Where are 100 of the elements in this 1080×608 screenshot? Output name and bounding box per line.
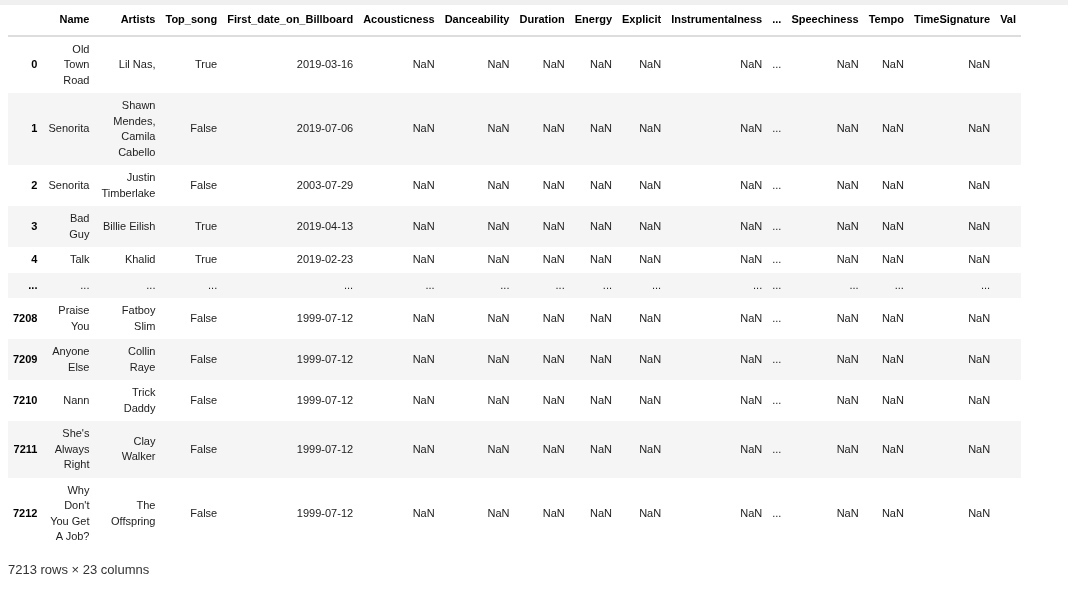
table-cell: NaN	[487, 219, 510, 232]
table-cell: ...	[343, 278, 354, 291]
table-cell: ...	[772, 253, 782, 265]
table-cell: ...	[849, 278, 859, 291]
table-cell: NaN	[881, 122, 904, 135]
table-cell-text: The Offspring	[110, 498, 156, 529]
row-index: 3	[31, 219, 38, 232]
table-cell: True	[195, 253, 218, 265]
table-cell: NaN	[968, 442, 991, 455]
table-cell-text: Why Don't You Get A Job?	[49, 482, 90, 544]
table-cell: NaN	[639, 219, 662, 232]
table-cell: NaN	[968, 393, 991, 406]
table-cell-text: Khalid	[124, 252, 156, 267]
table-cell: NaN	[639, 178, 662, 191]
table-cell: NaN	[487, 352, 510, 365]
table-cell: False	[190, 506, 218, 519]
table-cell-text: Praise You	[57, 303, 90, 334]
table-cell: NaN	[968, 253, 991, 265]
table-cell: NaN	[590, 311, 612, 324]
table-cell: NaN	[487, 442, 510, 455]
table-cell: ...	[772, 506, 782, 519]
table-cell: NaN	[487, 178, 510, 191]
table-cell-text: Lil Nas,	[118, 57, 156, 72]
table-cell-text: Justin Timberlake	[100, 170, 156, 201]
table-cell: NaN	[836, 352, 859, 365]
table-cell-text: Senorita	[48, 177, 90, 193]
table-cell: False	[190, 178, 218, 191]
table-cell: ...	[772, 219, 782, 232]
table-cell: NaN	[836, 506, 859, 519]
table-cell: NaN	[836, 122, 859, 135]
table-cell: NaN	[881, 311, 904, 324]
table-cell: ...	[425, 278, 435, 291]
table-cell: NaN	[542, 352, 565, 365]
table-cell: False	[190, 311, 218, 324]
table-cell: NaN	[542, 253, 565, 265]
table-cell: NaN	[542, 178, 565, 191]
table-cell: NaN	[881, 352, 904, 365]
table-cell: 1999-07-12	[296, 506, 354, 519]
table-cell: NaN	[881, 506, 904, 519]
table-cell: NaN	[639, 58, 662, 70]
table-cell: 1999-07-12	[296, 393, 354, 406]
table-cell: NaN	[542, 311, 565, 324]
table-cell: ...	[146, 277, 156, 293]
table-cell: NaN	[968, 506, 991, 519]
table-cell: NaN	[968, 58, 991, 70]
table-cell: NaN	[968, 219, 991, 232]
row-index: 1	[31, 122, 38, 135]
table-cell: NaN	[412, 122, 435, 135]
table-cell: NaN	[639, 506, 662, 519]
row-index: 7212	[13, 506, 38, 519]
table-cell-text: Talk	[69, 252, 90, 267]
table-cell: 2003-07-29	[296, 178, 354, 191]
table-cell: NaN	[836, 58, 859, 70]
table-cell: NaN	[740, 219, 763, 232]
table-cell: ...	[602, 278, 612, 291]
table-cell: NaN	[542, 122, 565, 135]
table-cell: NaN	[412, 178, 435, 191]
table-cell: NaN	[881, 58, 904, 70]
column-header: Explicit	[622, 13, 662, 25]
table-cell: NaN	[412, 393, 435, 406]
table-cell: NaN	[590, 253, 612, 265]
table-cell: NaN	[836, 253, 859, 265]
table-cell: NaN	[740, 311, 763, 324]
table-cell: ...	[772, 393, 782, 406]
table-cell: 1999-07-12	[296, 352, 354, 365]
table-cell: NaN	[639, 122, 662, 135]
table-cell: NaN	[740, 352, 763, 365]
table-cell: NaN	[487, 122, 510, 135]
table-cell: False	[190, 122, 218, 135]
table-cell: ...	[555, 278, 565, 291]
table-cell: NaN	[740, 253, 763, 265]
table-cell: NaN	[639, 352, 662, 365]
table-cell: True	[195, 58, 218, 70]
table-cell: NaN	[590, 352, 612, 365]
table-cell: NaN	[590, 442, 612, 455]
table-cell: NaN	[881, 393, 904, 406]
table-cell: 2019-03-16	[296, 58, 354, 70]
table-cell: NaN	[881, 253, 904, 265]
table-cell: NaN	[639, 253, 662, 265]
table-cell-text: Old Town Road	[62, 41, 90, 88]
table-cell: NaN	[836, 311, 859, 324]
table-cell: NaN	[590, 393, 612, 406]
table-cell: NaN	[740, 178, 763, 191]
column-header: Name	[59, 13, 90, 25]
table-cell: NaN	[487, 58, 510, 70]
row-index: 7208	[13, 311, 38, 324]
column-header: Top_song	[165, 13, 218, 25]
table-cell: 2019-02-23	[296, 253, 354, 265]
table-cell: NaN	[968, 178, 991, 191]
table-cell-text: Anyone Else	[51, 344, 90, 375]
table-cell: NaN	[487, 311, 510, 324]
table-cell: ...	[772, 178, 782, 191]
column-header: TimeSignature	[913, 13, 991, 25]
table-cell: NaN	[836, 442, 859, 455]
table-cell: NaN	[881, 442, 904, 455]
column-header: Danceability	[444, 13, 510, 25]
table-cell: NaN	[968, 311, 991, 324]
table-cell: NaN	[590, 178, 612, 191]
row-index: 7209	[13, 352, 38, 365]
table-cell-text: Shawn Mendes, Camila Cabello	[112, 98, 156, 160]
